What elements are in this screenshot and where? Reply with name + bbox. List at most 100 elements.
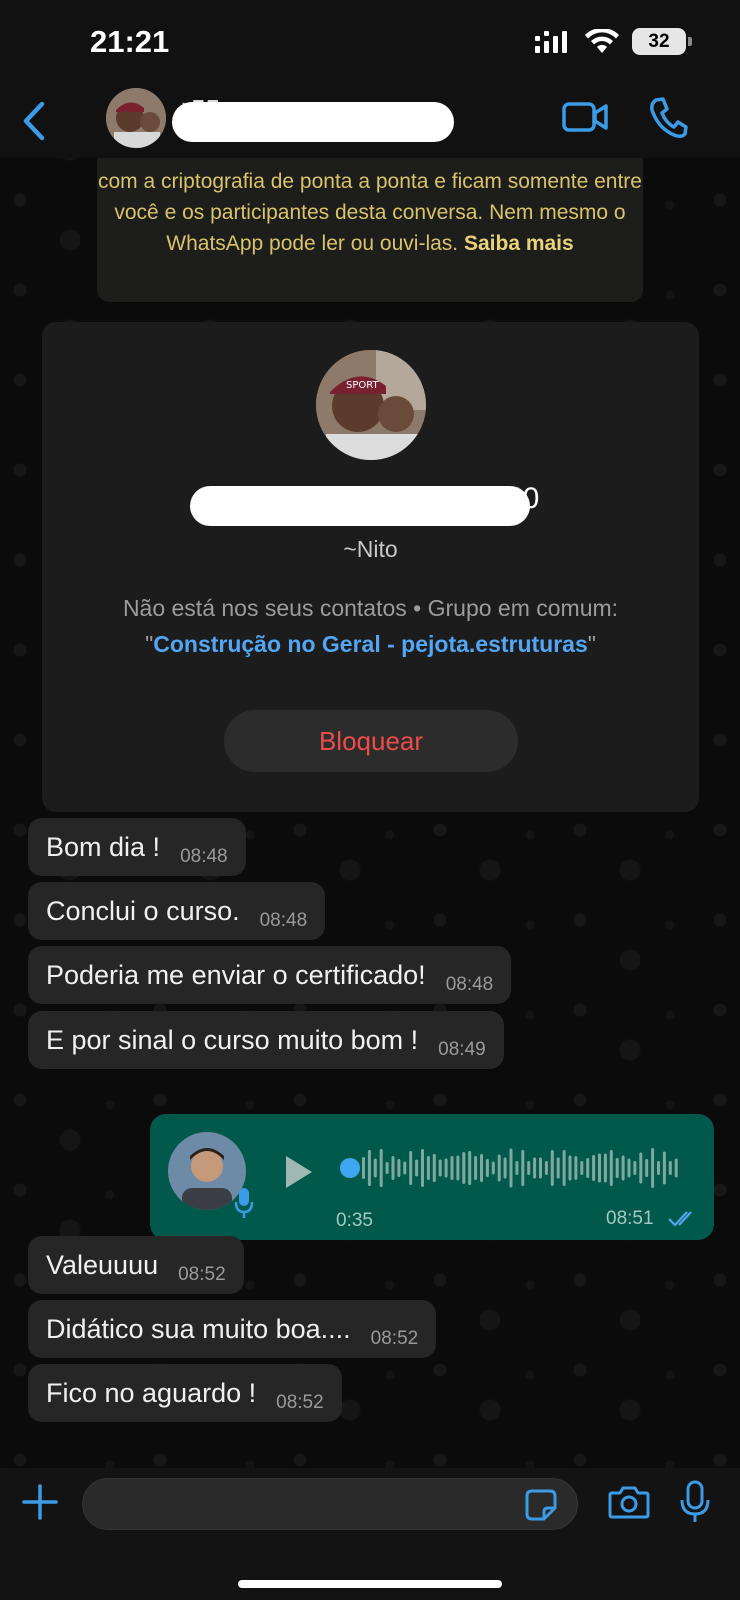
message-bubble[interactable]: Poderia me enviar o certificado! 08:48	[28, 946, 512, 1004]
learn-more-link[interactable]: Saiba mais	[464, 232, 574, 255]
waveform-bar	[509, 1148, 513, 1188]
back-chevron-icon[interactable]	[18, 98, 54, 144]
waveform-bar	[580, 1161, 584, 1175]
voice-message-time: 08:51	[606, 1208, 654, 1229]
voice-message-bubble[interactable]: 0:35 08:51	[150, 1114, 714, 1240]
waveform-bar	[539, 1157, 542, 1179]
waveform-bar	[362, 1157, 365, 1179]
waveform-bar	[645, 1159, 649, 1177]
status-time: 21:21	[90, 24, 170, 59]
waveform-bar	[515, 1161, 519, 1175]
waveform-bar	[609, 1150, 613, 1186]
waveform-bar	[485, 1159, 489, 1177]
message-input-bar	[0, 1468, 740, 1600]
redacted-card-name	[190, 486, 530, 526]
message-text: Valeuuuu	[46, 1249, 159, 1280]
waveform-bar	[456, 1155, 460, 1181]
waveform-bar	[574, 1156, 578, 1180]
waveform-bar	[598, 1153, 601, 1183]
waveform-bar	[373, 1158, 377, 1178]
cellular-signal-icon	[535, 30, 567, 53]
message-bubble[interactable]: Bom dia ! 08:48	[28, 818, 246, 876]
message-time: 08:48	[445, 974, 494, 995]
block-button[interactable]: Bloquear	[224, 710, 518, 772]
waveform-bar	[462, 1152, 466, 1184]
waveform-bar	[480, 1154, 483, 1182]
waveform-bar	[651, 1148, 655, 1188]
waveform-bar	[592, 1155, 596, 1181]
waveform-bar	[497, 1154, 501, 1182]
voice-duration: 0:35	[336, 1210, 373, 1231]
waveform-bar	[627, 1158, 631, 1178]
waveform-bar	[403, 1161, 407, 1175]
contact-info: Não está nos seus contatos • Grupo em co…	[122, 595, 619, 657]
status-icons: 32	[534, 28, 692, 55]
waveform-bar	[421, 1149, 424, 1187]
waveform-bar	[474, 1156, 478, 1180]
wifi-icon	[585, 28, 619, 53]
waveform-bar	[367, 1150, 371, 1186]
contact-avatar[interactable]	[106, 88, 166, 148]
contact-card-avatar[interactable]: SPORT	[316, 350, 426, 460]
message-text: Fico no aguardo !	[46, 1377, 257, 1408]
waveform-bar	[639, 1152, 643, 1184]
message-bubble[interactable]: Valeuuuu 08:52	[28, 1236, 244, 1294]
camera-icon[interactable]	[608, 1484, 650, 1520]
waveform-bar	[444, 1158, 448, 1178]
waveform-bar	[615, 1158, 619, 1178]
redacted-contact-name	[172, 102, 454, 142]
message-text: Bom dia !	[46, 831, 161, 862]
waveform-bar	[385, 1162, 389, 1174]
message-input[interactable]	[82, 1478, 578, 1530]
waveform-bar	[409, 1151, 413, 1185]
message-text: Poderia me enviar o certificado!	[46, 959, 426, 990]
message-time: 08:49	[438, 1039, 486, 1060]
waveform-bar	[503, 1157, 507, 1179]
microphone-icon	[234, 1188, 254, 1218]
waveform-bar	[426, 1156, 430, 1180]
waveform-bar	[397, 1159, 401, 1177]
status-bar: 21:21 32	[0, 0, 740, 86]
waveform-bar	[491, 1161, 495, 1175]
waveform-bar	[468, 1151, 472, 1185]
waveform-bar	[527, 1161, 531, 1175]
message-bubble[interactable]: Conclui o curso. 08:48	[28, 882, 326, 940]
sticker-icon[interactable]	[524, 1488, 558, 1522]
battery-indicator: 32	[632, 28, 692, 55]
common-group-link[interactable]: Construção no Geral - pejota.estruturas	[153, 631, 588, 657]
svg-text:SPORT: SPORT	[346, 380, 379, 391]
waveform-bar	[657, 1161, 660, 1175]
message-bubble[interactable]: Didático sua muito boa.... 08:52	[28, 1300, 437, 1358]
encryption-notice[interactable]: com a criptografia de ponta a ponta e fi…	[97, 158, 643, 302]
waveform-bar	[633, 1161, 637, 1175]
contact-info-text: Não está nos seus contatos • Grupo em co…	[122, 595, 619, 621]
waveform-bar	[432, 1154, 436, 1182]
waveform-bar	[533, 1157, 537, 1179]
waveform-bar	[562, 1150, 566, 1186]
waveform-bar	[586, 1158, 590, 1178]
play-icon[interactable]	[282, 1152, 316, 1192]
waveform-bar	[438, 1159, 442, 1177]
plus-icon[interactable]	[22, 1482, 58, 1522]
chat-header: +55	[0, 86, 740, 158]
message-time: 08:52	[276, 1392, 324, 1413]
waveform-bar	[668, 1161, 672, 1175]
waveform-bar	[379, 1149, 383, 1187]
audio-waveform[interactable]	[340, 1140, 680, 1196]
waveform-bar	[544, 1161, 548, 1175]
message-bubble[interactable]: Fico no aguardo ! 08:52	[28, 1364, 342, 1422]
home-indicator	[238, 1580, 502, 1588]
waveform-bar	[621, 1155, 625, 1181]
video-call-icon[interactable]	[562, 100, 608, 134]
waveform-bar	[391, 1156, 395, 1180]
message-bubble[interactable]: E por sinal o curso muito bom ! 08:49	[28, 1011, 504, 1069]
contact-nickname: ~Nito	[343, 536, 398, 562]
message-time: 08:52	[178, 1264, 226, 1285]
waveform-bar	[662, 1151, 666, 1185]
phone-call-icon[interactable]	[648, 94, 688, 140]
waveform-bar	[415, 1159, 419, 1177]
double-check-icon	[668, 1211, 692, 1227]
mic-icon[interactable]	[680, 1480, 710, 1524]
waveform-bar	[556, 1157, 560, 1179]
message-text: Conclui o curso.	[46, 895, 240, 926]
